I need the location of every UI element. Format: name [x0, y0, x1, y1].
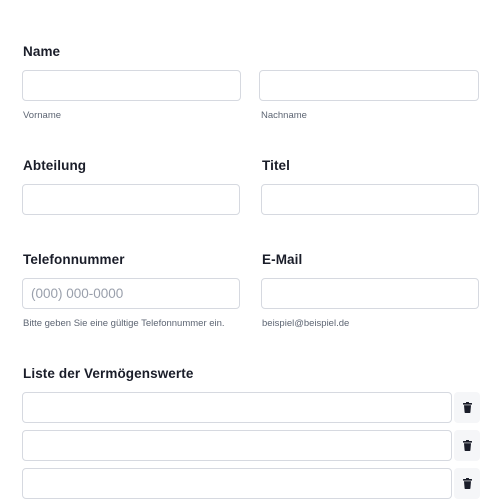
name-label: Name	[23, 44, 61, 59]
phone-input[interactable]	[22, 278, 240, 309]
trash-icon	[462, 402, 472, 413]
asset-input-1[interactable]	[22, 392, 452, 423]
first-name-input[interactable]	[22, 70, 241, 101]
phone-label: Telefonnummer	[23, 252, 125, 267]
email-label: E-Mail	[262, 252, 303, 267]
delete-row-button-2[interactable]	[454, 430, 480, 461]
last-name-sublabel: Nachname	[261, 110, 307, 121]
delete-row-button-1[interactable]	[454, 392, 480, 423]
title-input[interactable]	[261, 184, 479, 215]
email-input[interactable]	[261, 278, 479, 309]
department-input[interactable]	[22, 184, 240, 215]
last-name-input[interactable]	[259, 70, 479, 101]
title-label: Titel	[262, 158, 291, 173]
first-name-sublabel: Vorname	[23, 110, 62, 121]
phone-sublabel: Bitte geben Sie eine gültige Telefonnumm…	[23, 318, 225, 329]
trash-icon	[462, 440, 472, 451]
department-label: Abteilung	[23, 158, 87, 173]
assets-label: Liste der Vermögenswerte	[23, 366, 194, 381]
asset-input-2[interactable]	[22, 430, 452, 461]
email-sublabel: beispiel@beispiel.de	[262, 318, 350, 329]
